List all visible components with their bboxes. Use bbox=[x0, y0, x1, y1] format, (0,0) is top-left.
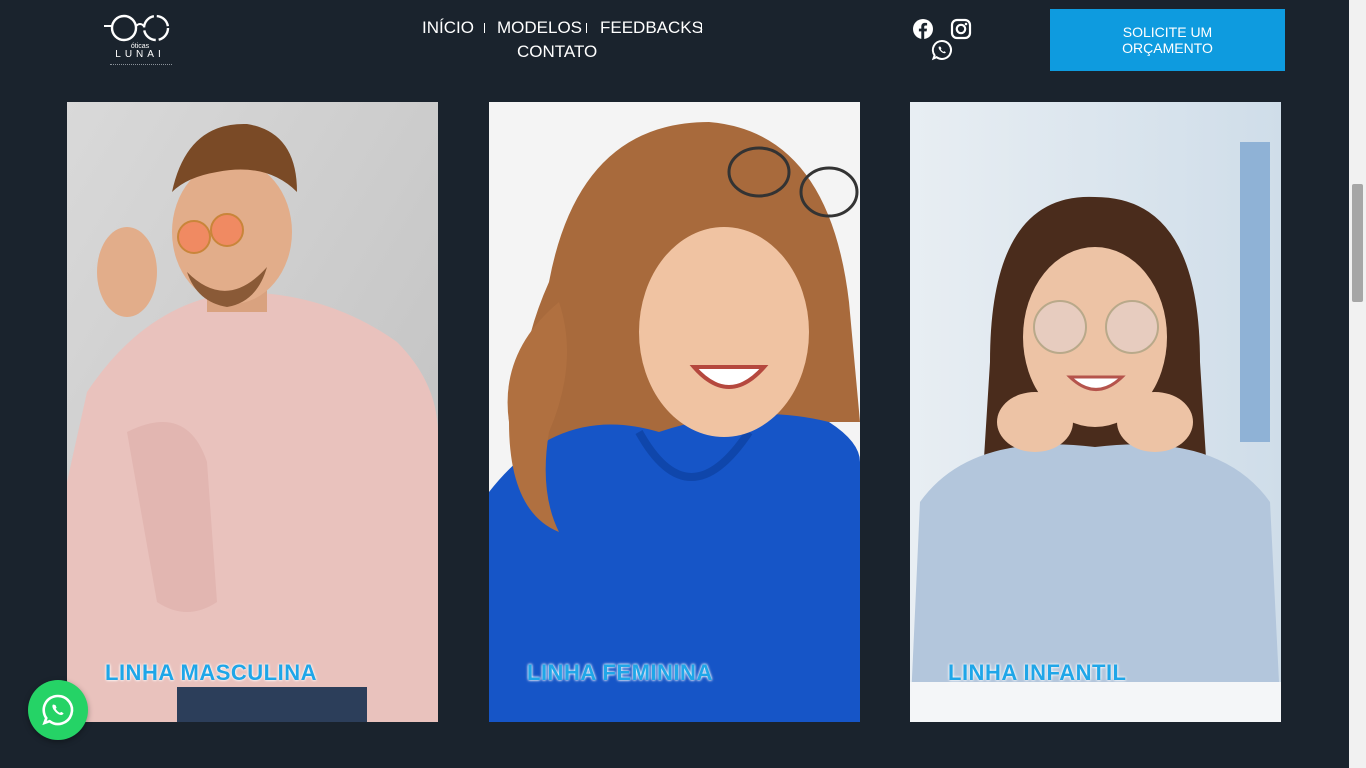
glasses-logo-icon bbox=[104, 14, 170, 42]
category-card-masculina[interactable]: LINHA MASCULINA bbox=[67, 102, 438, 722]
nav-separator bbox=[484, 23, 485, 33]
brand-logo[interactable]: óticas LUNAI bbox=[104, 12, 176, 70]
whatsapp-icon[interactable] bbox=[931, 39, 953, 61]
category-label: LINHA FEMININA bbox=[527, 660, 713, 685]
whatsapp-chat-button[interactable] bbox=[28, 680, 88, 740]
nav-item-inicio[interactable]: INÍCIO bbox=[422, 16, 474, 40]
category-label: LINHA MASCULINA bbox=[105, 660, 317, 685]
social-links bbox=[910, 16, 980, 62]
brand-name: LUNAI bbox=[115, 49, 165, 60]
nav-item-feedbacks[interactable]: FEEDBACKS bbox=[600, 16, 703, 40]
brand-tagline-rule bbox=[110, 64, 172, 67]
man-photo-image bbox=[67, 102, 438, 722]
category-label: LINHA INFANTIL bbox=[948, 660, 1127, 685]
girl-photo-image bbox=[910, 102, 1281, 722]
woman-photo-image bbox=[489, 102, 860, 722]
category-card-infantil[interactable]: LINHA INFANTIL bbox=[910, 102, 1281, 722]
category-card-feminina[interactable]: LINHA FEMININA bbox=[489, 102, 860, 722]
instagram-icon[interactable] bbox=[950, 18, 972, 40]
scrollbar-thumb[interactable] bbox=[1352, 184, 1363, 302]
page-scrollbar[interactable] bbox=[1349, 0, 1366, 768]
nav-separator bbox=[701, 23, 702, 33]
facebook-icon[interactable] bbox=[912, 18, 934, 40]
main-nav: INÍCIO MODELOS FEEDBACKS CONTATO bbox=[410, 14, 720, 66]
nav-item-modelos[interactable]: MODELOS bbox=[497, 16, 582, 40]
nav-separator bbox=[586, 23, 587, 33]
whatsapp-icon bbox=[42, 694, 74, 726]
nav-item-contato[interactable]: CONTATO bbox=[517, 40, 597, 64]
request-quote-label: SOLICITE UM ORÇAMENTO bbox=[1122, 24, 1213, 56]
request-quote-button[interactable]: SOLICITE UM ORÇAMENTO bbox=[1050, 9, 1285, 71]
